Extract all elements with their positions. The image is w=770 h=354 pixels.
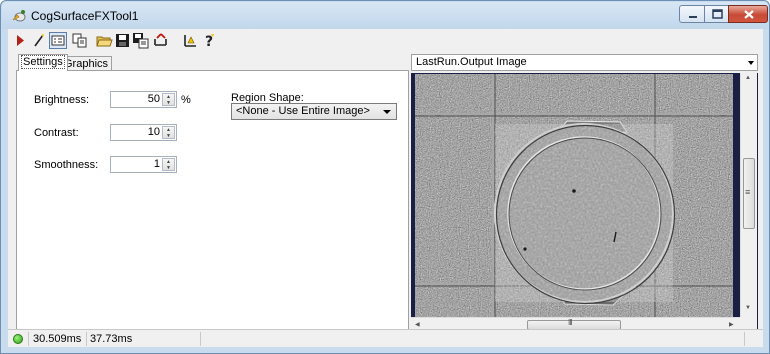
align-icon[interactable] — [182, 32, 199, 49]
toolbar: ? — [8, 29, 763, 53]
status-time-2: 37.73ms — [90, 333, 133, 345]
image-selector[interactable]: LastRun.Output Image — [411, 54, 758, 71]
divider — [744, 332, 745, 346]
app-window: CogSurfaceFXTool1 ? Settings Graphics Br… — [0, 0, 770, 354]
region-shape-value: <None - Use Entire Image> — [236, 105, 370, 117]
contrast-spin-buttons[interactable]: ▲ ▼ — [162, 126, 175, 139]
vertical-scrollbar[interactable]: ▲ ≡ ▼ — [740, 73, 757, 317]
save-as-icon[interactable] — [132, 32, 149, 49]
save-icon[interactable] — [114, 32, 131, 49]
thumb-grip: III — [568, 318, 573, 327]
contrast-value[interactable]: 10 — [148, 126, 160, 138]
minimize-icon — [689, 16, 697, 18]
wand-icon[interactable] — [31, 32, 48, 49]
brightness-spin-buttons[interactable]: ▲ ▼ — [162, 93, 175, 106]
spin-down-icon[interactable]: ▼ — [163, 165, 174, 171]
status-bar: 30.509ms 37.73ms — [8, 329, 763, 347]
vertical-scroll-thumb[interactable]: ≡ — [743, 158, 755, 229]
status-time-1: 30.509ms — [33, 333, 82, 345]
close-button[interactable] — [728, 5, 768, 23]
divider — [86, 332, 87, 346]
chevron-down-icon — [383, 110, 391, 114]
divider — [200, 332, 201, 346]
tool-app-icon — [12, 10, 26, 22]
scroll-down-icon[interactable]: ▼ — [745, 305, 751, 311]
brightness-unit: % — [181, 94, 191, 106]
smoothness-spin-buttons[interactable]: ▲ ▼ — [162, 158, 175, 171]
contrast-stepper[interactable]: 10 ▲ ▼ — [110, 124, 177, 141]
maximize-button[interactable] — [704, 5, 729, 23]
brightness-stepper[interactable]: 50 ▲ ▼ — [110, 91, 177, 108]
brightness-label: Brightness: — [34, 94, 90, 106]
divider — [28, 332, 29, 346]
window-title: CogSurfaceFXTool1 — [31, 9, 139, 23]
open-folder-icon[interactable] — [96, 32, 113, 49]
title-bar[interactable]: CogSurfaceFXTool1 — [2, 2, 768, 29]
brightness-value[interactable]: 50 — [148, 93, 160, 105]
run-icon[interactable] — [12, 32, 29, 49]
svg-text:?: ? — [205, 34, 213, 49]
image-display[interactable]: ▲ ≡ ▼ ◀ III ▶ — [411, 73, 758, 332]
tab-settings-label: Settings — [21, 55, 65, 69]
help-icon[interactable]: ? — [201, 32, 218, 49]
smoothness-stepper[interactable]: 1 ▲ ▼ — [110, 156, 177, 173]
tab-graphics[interactable]: Graphics — [60, 56, 113, 70]
smoothness-value[interactable]: 1 — [154, 158, 160, 170]
settings-panel: Brightness: 50 ▲ ▼ % Contrast: 10 ▲ ▼ Smoo… — [16, 70, 409, 340]
minimize-button[interactable] — [679, 5, 705, 23]
tab-graphics-label: Graphics — [64, 58, 109, 70]
copy-icon[interactable] — [71, 32, 88, 49]
output-image[interactable] — [415, 74, 733, 317]
spin-down-icon[interactable]: ▼ — [163, 133, 174, 139]
scroll-right-icon[interactable]: ▶ — [729, 321, 734, 328]
status-indicator-icon — [13, 334, 23, 344]
close-icon — [744, 10, 754, 19]
client-area: ? Settings Graphics Brightness: 50 ▲ ▼ % … — [8, 29, 763, 347]
reset-icon[interactable] — [152, 32, 169, 49]
scroll-up-icon[interactable]: ▲ — [745, 75, 751, 81]
image-selector-value: LastRun.Output Image — [416, 56, 527, 68]
spin-down-icon[interactable]: ▼ — [163, 100, 174, 106]
smoothness-label: Smoothness: — [34, 159, 99, 171]
chevron-down-icon — [748, 61, 754, 65]
thumb-grip: ≡ — [745, 187, 751, 197]
tab-settings[interactable]: Settings — [18, 54, 68, 71]
maximize-icon — [712, 9, 723, 19]
scroll-left-icon[interactable]: ◀ — [415, 321, 420, 328]
image-display-icon[interactable] — [49, 32, 67, 49]
contrast-label: Contrast: — [34, 127, 79, 139]
region-shape-select[interactable]: <None - Use Entire Image> — [231, 103, 397, 120]
